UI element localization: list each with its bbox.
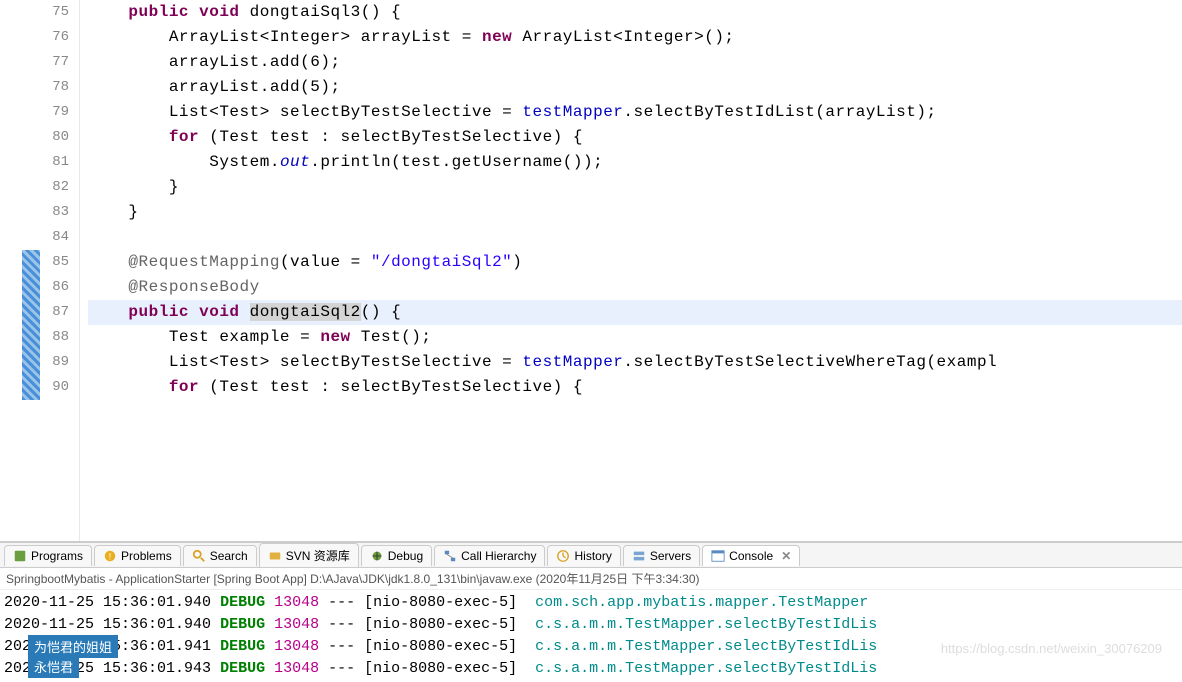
tab-label: Console xyxy=(729,549,773,563)
code-line[interactable]: for (Test test : selectByTestSelective) … xyxy=(88,375,1182,400)
tab-debug[interactable]: Debug xyxy=(361,545,432,566)
debug-icon xyxy=(370,549,384,563)
history-icon xyxy=(556,549,570,563)
console-launch-title: SpringbootMybatis - ApplicationStarter [… xyxy=(0,568,1182,590)
code-line[interactable]: public void dongtaiSql2() { xyxy=(88,300,1182,325)
code-content[interactable]: public void dongtaiSql3() { ArrayList<In… xyxy=(80,0,1182,541)
code-line[interactable]: for (Test test : selectByTestSelective) … xyxy=(88,125,1182,150)
line-number: 75 xyxy=(0,0,69,25)
line-number: 82 xyxy=(0,175,69,200)
line-gutter: 75767778798081828384858687888990 xyxy=(0,0,80,541)
code-line[interactable]: arrayList.add(5); xyxy=(88,75,1182,100)
tab-label: Servers xyxy=(650,549,691,563)
code-line[interactable]: @RequestMapping(value = "/dongtaiSql2") xyxy=(88,250,1182,275)
line-number: 83 xyxy=(0,200,69,225)
tab-search[interactable]: Search xyxy=(183,545,257,566)
overlay-label-2: 永恺君 xyxy=(28,655,79,678)
code-editor[interactable]: 75767778798081828384858687888990 public … xyxy=(0,0,1182,542)
watermark: https://blog.csdn.net/weixin_30076209 xyxy=(941,641,1162,656)
line-number: 78 xyxy=(0,75,69,100)
problems-icon: ! xyxy=(103,549,117,563)
search-icon xyxy=(192,549,206,563)
views-tabstrip: Programs! Problems Search SVN 资源库 Debug Call … xyxy=(0,542,1182,568)
line-number: 77 xyxy=(0,50,69,75)
line-number: 76 xyxy=(0,25,69,50)
code-line[interactable]: arrayList.add(6); xyxy=(88,50,1182,75)
servers-icon xyxy=(632,549,646,563)
tab-problems[interactable]: ! Problems xyxy=(94,545,181,566)
tab-call-hierarchy[interactable]: Call Hierarchy xyxy=(434,545,545,566)
line-number: 84 xyxy=(0,225,69,250)
code-line[interactable]: } xyxy=(88,175,1182,200)
code-line[interactable]: ArrayList<Integer> arrayList = new Array… xyxy=(88,25,1182,50)
tab-label: Debug xyxy=(388,549,423,563)
log-line: 2020-11-25 15:36:01.940 DEBUG 13048 --- … xyxy=(4,614,1178,636)
code-line[interactable] xyxy=(88,225,1182,250)
code-line[interactable]: List<Test> selectByTestSelective = testM… xyxy=(88,100,1182,125)
code-line[interactable]: } xyxy=(88,200,1182,225)
code-line[interactable]: Test example = new Test(); xyxy=(88,325,1182,350)
line-number: 79 xyxy=(0,100,69,125)
call-hierarchy-icon xyxy=(443,549,457,563)
code-line[interactable]: public void dongtaiSql3() { xyxy=(88,0,1182,25)
tab-label: Problems xyxy=(121,549,172,563)
svn-icon xyxy=(268,549,282,563)
close-icon[interactable]: ✕ xyxy=(781,549,791,563)
line-number: 80 xyxy=(0,125,69,150)
tab-programs[interactable]: Programs xyxy=(4,545,92,566)
svg-text:!: ! xyxy=(109,551,111,561)
code-line[interactable]: @ResponseBody xyxy=(88,275,1182,300)
line-number: 81 xyxy=(0,150,69,175)
log-line: 2020-11-25 15:36:01.943 DEBUG 13048 --- … xyxy=(4,658,1178,680)
tab-label: Call Hierarchy xyxy=(461,549,536,563)
log-line: 2020-11-25 15:36:01.940 DEBUG 13048 --- … xyxy=(4,592,1178,614)
change-marker xyxy=(22,250,40,400)
tab-label: SVN 资源库 xyxy=(286,547,350,564)
tab-label: Search xyxy=(210,549,248,563)
console-output[interactable]: 2020-11-25 15:36:01.940 DEBUG 13048 --- … xyxy=(0,590,1182,682)
console-icon xyxy=(711,549,725,563)
code-line[interactable]: List<Test> selectByTestSelective = testM… xyxy=(88,350,1182,375)
code-line[interactable]: System.out.println(test.getUsername()); xyxy=(88,150,1182,175)
tab-console[interactable]: Console ✕ xyxy=(702,545,800,566)
tab-label: History xyxy=(574,549,611,563)
tab-label: Programs xyxy=(31,549,83,563)
tab-history[interactable]: History xyxy=(547,545,620,566)
program-icon xyxy=(13,549,27,563)
tab-svn-资源库[interactable]: SVN 资源库 xyxy=(259,543,359,567)
tab-servers[interactable]: Servers xyxy=(623,545,700,566)
